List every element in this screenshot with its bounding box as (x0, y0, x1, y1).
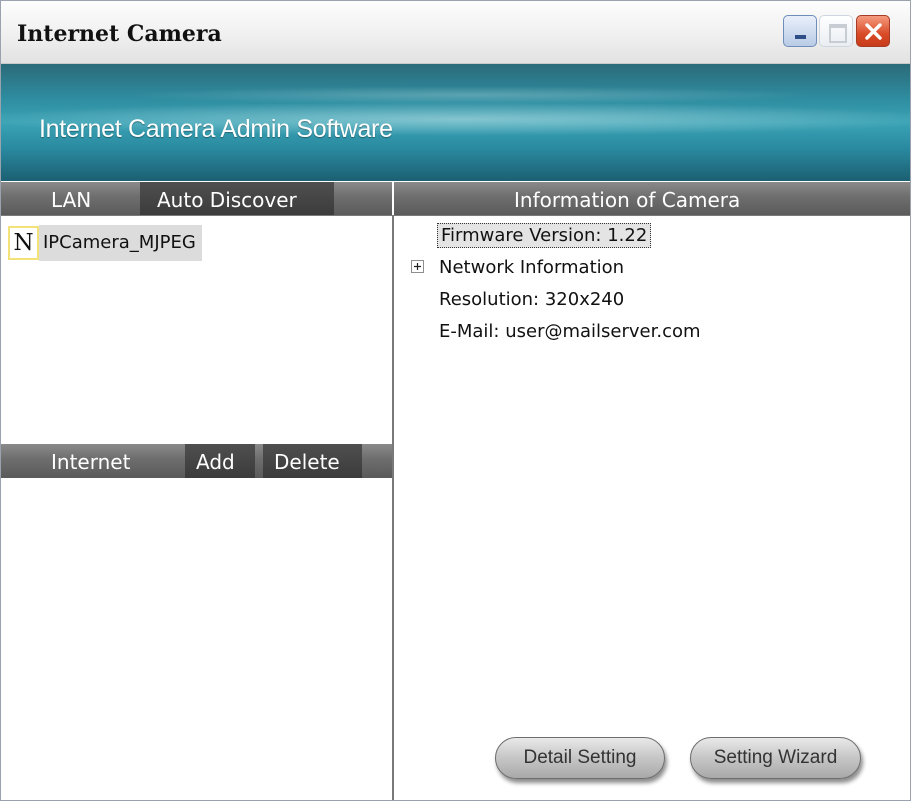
setting-wizard-button[interactable]: Setting Wizard (690, 737, 861, 779)
detail-setting-button[interactable]: Detail Setting (495, 737, 665, 779)
email-info: E-Mail: user@mailserver.com (439, 321, 701, 342)
window-title: Internet Camera (17, 21, 222, 47)
info-header-title: Information of Camera (514, 188, 741, 212)
network-information[interactable]: Network Information (439, 257, 624, 278)
header-banner: Internet Camera Admin Software (1, 64, 910, 181)
firmware-version[interactable]: Firmware Version: 1.22 (437, 223, 652, 248)
network-expand-icon[interactable] (411, 260, 424, 273)
auto-discover-button[interactable]: Auto Discover (140, 182, 334, 216)
header-divider (1, 215, 910, 216)
lan-header-bar: LAN Auto Discover (1, 182, 392, 216)
delete-button[interactable]: Delete (263, 444, 362, 478)
camera-n-icon: N (8, 226, 39, 260)
maximize-icon (829, 24, 847, 43)
title-bar[interactable]: Internet Camera (1, 1, 910, 64)
add-label: Add (196, 450, 235, 474)
list-item[interactable]: N IPCamera_MJPEG (8, 225, 202, 261)
internet-header-bar: Internet Add Delete (1, 444, 392, 478)
camera-label: IPCamera_MJPEG (39, 225, 202, 261)
tab-internet[interactable]: Internet (51, 450, 130, 474)
tab-lan[interactable]: LAN (51, 188, 91, 212)
info-header-bar: Information of Camera (394, 182, 910, 216)
maximize-button[interactable] (819, 15, 853, 47)
resolution-info: Resolution: 320x240 (439, 289, 625, 310)
close-icon (865, 23, 882, 40)
minimize-button[interactable] (783, 15, 817, 47)
banner-title: Internet Camera Admin Software (39, 115, 393, 143)
app-window: Internet Camera Internet Camera Admin So… (0, 0, 911, 801)
close-button[interactable] (856, 15, 890, 47)
add-button[interactable]: Add (185, 444, 255, 478)
delete-label: Delete (274, 450, 340, 474)
plus-icon (414, 263, 421, 270)
panel-divider (392, 216, 394, 800)
auto-discover-label: Auto Discover (157, 188, 297, 212)
minimize-icon (795, 35, 806, 39)
